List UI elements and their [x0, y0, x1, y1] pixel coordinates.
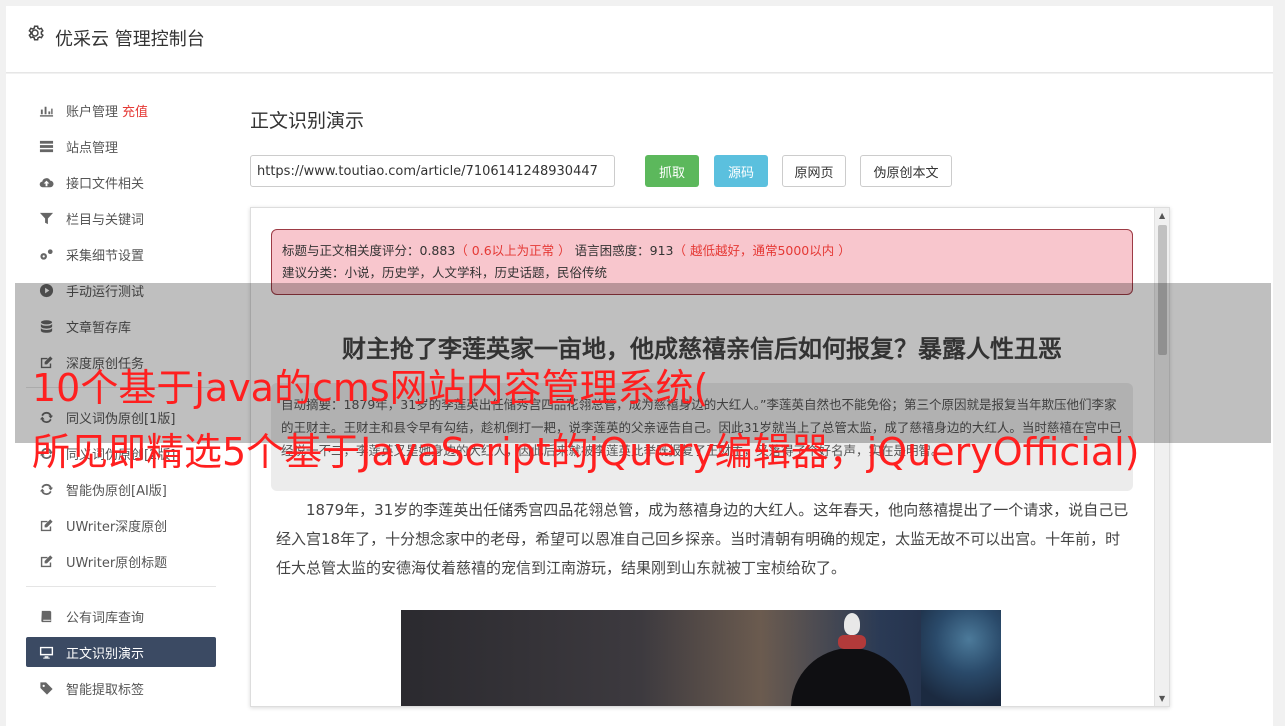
- sidebar-item-label: 账户管理: [66, 104, 119, 120]
- sidebar-item-collect-settings[interactable]: 采集细节设置: [26, 239, 216, 269]
- recharge-link[interactable]: 充值: [122, 101, 148, 120]
- hat-ring-shape: [838, 635, 866, 649]
- top-bar: 优采云 管理控制台: [6, 6, 1273, 73]
- app-title: 优采云 管理控制台: [55, 29, 205, 50]
- edit-icon: [38, 553, 54, 569]
- article-body: 1879年，31岁的李莲英出任储秀宫四品花翎总管，成为慈禧身边的大红人。这年春天…: [276, 501, 1129, 577]
- sidebar-item-label: 接口文件相关: [66, 176, 145, 192]
- sidebar-item-columns-keywords[interactable]: 栏目与关键词: [26, 203, 216, 233]
- article-image: [401, 610, 1001, 706]
- tag-icon: [38, 680, 54, 696]
- sidebar-item-label: 智能伪原创[AI版]: [66, 483, 167, 499]
- sidebar-item-label: UWriter原创标题: [66, 555, 168, 571]
- perplexity-score: 语言困惑度：913: [574, 243, 674, 258]
- sidebar-item-uwriter-title[interactable]: UWriter原创标题: [26, 546, 216, 576]
- sidebar-item-label: 站点管理: [66, 140, 119, 156]
- official-hat-shape: [791, 648, 911, 706]
- scroll-down-icon[interactable]: ▼: [1159, 694, 1165, 703]
- sidebar-item-label: 智能提取标签: [66, 682, 145, 698]
- sidebar-item-extract-tags[interactable]: 智能提取标签: [26, 673, 216, 703]
- filter-icon: [38, 210, 54, 226]
- monitor-icon: [38, 644, 54, 660]
- hat-top-shape: [844, 613, 860, 635]
- relevance-score: 标题与正文相关度评分：0.883: [282, 243, 456, 258]
- sidebar-item-label: 栏目与关键词: [66, 212, 145, 228]
- gear-icon: [28, 25, 44, 41]
- sidebar-item-label: 正文识别演示: [66, 646, 145, 662]
- book-icon: [38, 608, 54, 624]
- overlay-caption-line-2: 所见即精选5个基于JavaScript的jQuery编辑器，jQueryOffi…: [32, 430, 1140, 474]
- edit-icon: [38, 517, 54, 533]
- sidebar-item-public-lexicon[interactable]: 公有词库查询: [26, 601, 216, 631]
- score-line: 标题与正文相关度评分：0.883（ 0.6以上为正常 ） 语言困惑度：913（ …: [282, 240, 1122, 262]
- peacock-feather-shape: [921, 610, 1001, 706]
- bar-chart-icon: [38, 102, 54, 118]
- suggested-categories: 建议分类：小说，历史学，人文学科，历史话题，民俗传统: [282, 265, 608, 280]
- relevance-note: （ 0.6以上为正常 ）: [455, 243, 571, 258]
- overlay-band: [15, 283, 1271, 443]
- source-button[interactable]: 源码: [714, 155, 768, 187]
- sidebar-item-account[interactable]: 账户管理 充值: [26, 95, 216, 125]
- overlay-caption-line-1: 10个基于java的cms网站内容管理系统(: [32, 366, 709, 410]
- sidebar-item-interface-files[interactable]: 接口文件相关: [26, 167, 216, 197]
- cloud-upload-icon: [38, 174, 54, 190]
- sidebar-item-label: 公有词库查询: [66, 610, 145, 626]
- original-page-button[interactable]: 原网页: [782, 155, 846, 187]
- perplexity-note: （ 越低越好，通常5000以内 ）: [673, 243, 851, 258]
- sidebar-item-label: UWriter深度原创: [66, 519, 168, 535]
- url-input[interactable]: [250, 155, 615, 187]
- gears-icon: [38, 246, 54, 262]
- refresh-icon: [38, 481, 54, 497]
- sidebar-item-uwriter-deep[interactable]: UWriter深度原创: [26, 510, 216, 540]
- sidebar-item-sites[interactable]: 站点管理: [26, 131, 216, 161]
- server-icon: [38, 138, 54, 154]
- scroll-up-icon[interactable]: ▲: [1159, 211, 1165, 220]
- sidebar-item-ai-rewrite[interactable]: 智能伪原创[AI版]: [26, 474, 216, 504]
- fetch-button[interactable]: 抓取: [645, 155, 699, 187]
- page-title: 正文识别演示: [250, 110, 365, 132]
- sidebar-divider: [26, 586, 216, 587]
- sidebar-item-label: 采集细节设置: [66, 248, 145, 264]
- pseudo-original-button[interactable]: 伪原创本文: [860, 155, 952, 187]
- sidebar-item-text-recognition[interactable]: 正文识别演示: [26, 637, 216, 667]
